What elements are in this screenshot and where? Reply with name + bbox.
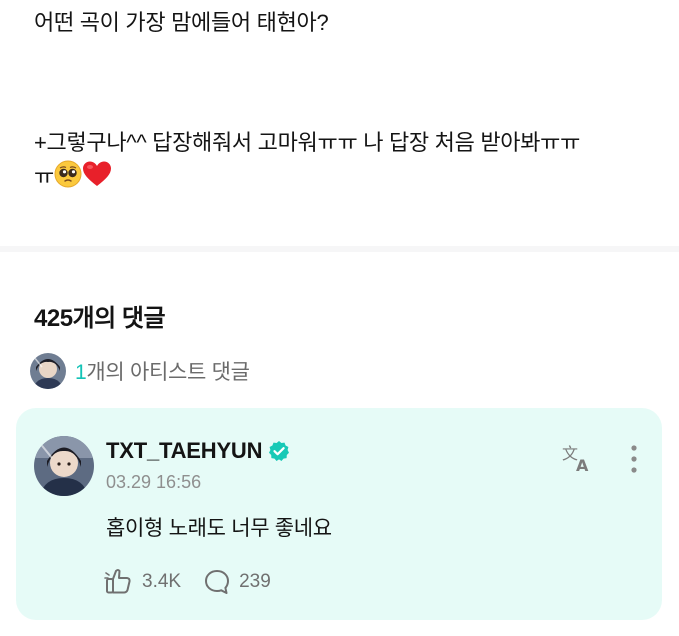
artist-comment-text: 개의 아티스트 댓글	[86, 361, 250, 384]
reply-count: 239	[239, 571, 271, 592]
artist-avatar-small	[30, 353, 66, 389]
like-icon	[104, 569, 131, 594]
post-line-question: 어떤 곡이 가장 맘에들어 태현아?	[34, 10, 329, 35]
red-heart-emoji-icon	[82, 160, 112, 198]
comment-text: 홉이형 노래도 너무 좋네요	[106, 517, 332, 540]
post-line-thanks: +그렇구나^^ 답장해줘서 고마워ㅠㅠ 나 답장 처음 받아봐ㅠㅠ	[34, 126, 654, 160]
post-line-thanks-text: +그렇구나^^ 답장해줘서 고마워ㅠㅠ 나 답장 처음 받아봐ㅠㅠ	[34, 130, 581, 155]
post-line-tail-text: ㅠ	[34, 164, 54, 189]
pleading-face-emoji-icon	[54, 160, 82, 198]
reply-icon	[205, 570, 230, 594]
author-row: TXT_TAEHYUN	[106, 438, 290, 464]
reply-button[interactable]: 239	[203, 568, 271, 596]
translate-icon[interactable]: 文 A	[561, 442, 597, 474]
verified-badge-icon	[269, 441, 290, 461]
artist-comment-count: 1	[75, 361, 87, 384]
svg-text:A: A	[576, 456, 589, 474]
artist-comment-filter[interactable]: 1개의 아티스트 댓글	[30, 352, 250, 390]
author-name[interactable]: TXT_TAEHYUN	[106, 438, 262, 464]
artist-avatar[interactable]	[34, 436, 94, 496]
comment-count: 425개의 댓글	[34, 305, 166, 332]
like-button[interactable]: 3.4K	[104, 568, 181, 596]
comment-actions: 3.4K 239	[104, 568, 271, 596]
section-divider	[0, 246, 679, 252]
like-count: 3.4K	[142, 571, 182, 592]
post-body: 어떤 곡이 가장 맘에들어 태현아? +그렇구나^^ 답장해줘서 고마워ㅠㅠ 나…	[34, 6, 654, 198]
artist-comment-card: TXT_TAEHYUN 03.29 16:56 홉이형 노래도 너무 좋네요 文…	[16, 408, 662, 620]
comment-timestamp: 03.29 16:56	[106, 472, 202, 492]
post-line-tail: ㅠ	[34, 160, 654, 198]
artist-comment-label: 1개의 아티스트 댓글	[75, 356, 250, 386]
more-vertical-icon[interactable]	[624, 442, 644, 476]
